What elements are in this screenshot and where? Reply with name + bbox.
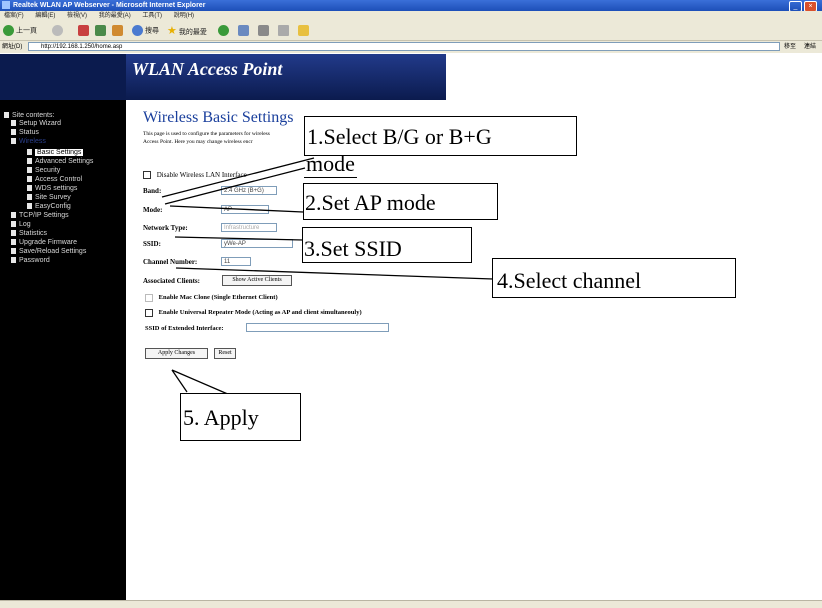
annotation-set-ssid: 3.Set SSID	[302, 227, 472, 263]
annotation-line-4	[175, 267, 494, 280]
annotation-lines	[161, 157, 494, 396]
annotation-line-1	[161, 157, 315, 198]
annotation-select-band: 1.Select B/G or B+G	[304, 116, 577, 156]
annotation-set-ap-mode: 2.Set AP mode	[303, 183, 498, 220]
annotation-line-2	[169, 205, 304, 213]
annotation-apply: 5. Apply	[180, 393, 301, 441]
annotation-select-channel: 4.Select channel	[492, 258, 736, 298]
annotation-select-band-mode: mode	[304, 151, 357, 178]
annotation-line-1b	[164, 167, 306, 205]
annotation-line-3	[174, 236, 304, 241]
